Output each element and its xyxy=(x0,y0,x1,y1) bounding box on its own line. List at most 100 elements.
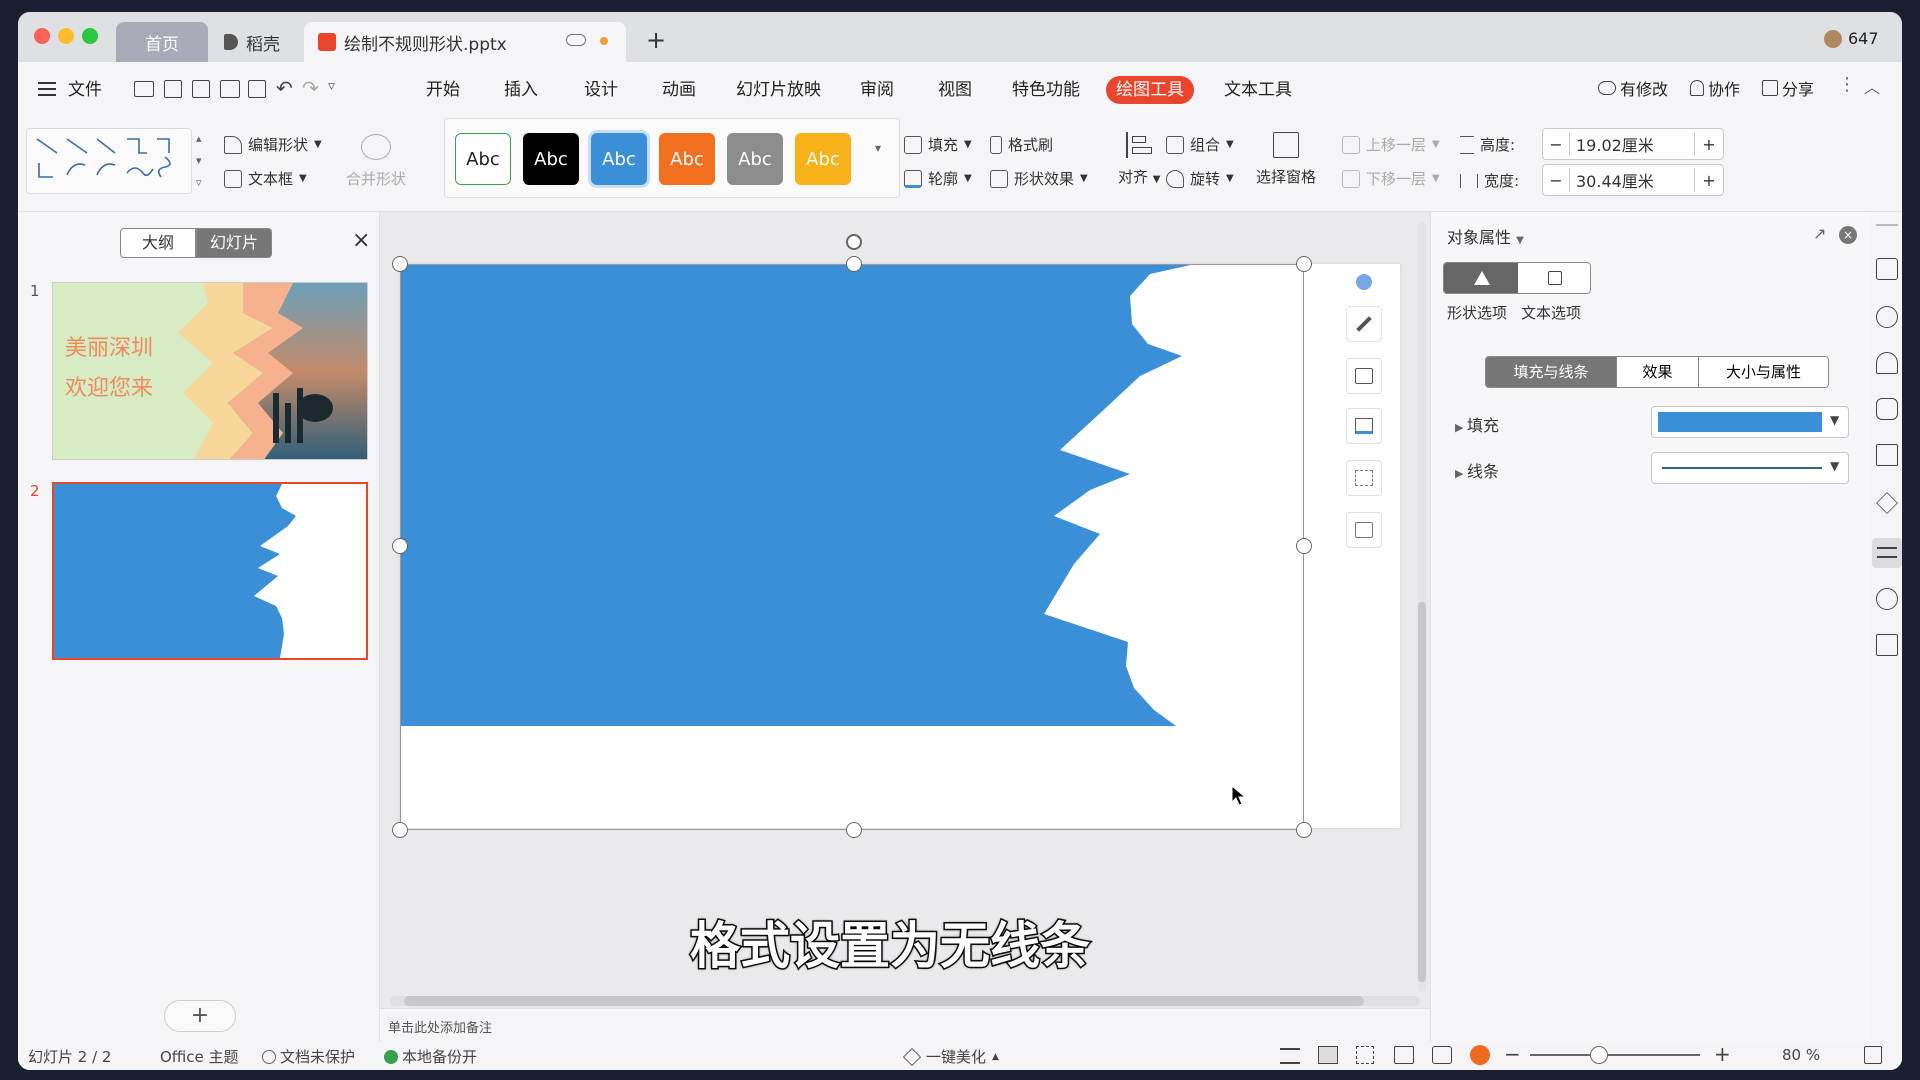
tab-home[interactable]: 首页 xyxy=(116,22,208,62)
close-pane-icon[interactable]: × xyxy=(1839,226,1857,244)
tab-animation[interactable]: 动画 xyxy=(662,76,696,104)
textbox-button[interactable]: 文本框 ▼ xyxy=(224,168,307,189)
style-orange[interactable]: Abc xyxy=(659,133,715,185)
tab-document[interactable]: 绘制不规则形状.pptx xyxy=(304,22,626,62)
style-grey[interactable]: Abc xyxy=(727,133,783,185)
shape-options-tab[interactable] xyxy=(1444,263,1518,293)
text-options-label[interactable]: 文本选项 xyxy=(1521,302,1581,323)
file-menu[interactable]: 文件 xyxy=(68,76,102,104)
properties-icon[interactable] xyxy=(1872,538,1902,568)
slide-thumbnail-2[interactable] xyxy=(52,482,368,660)
height-increase-button[interactable]: + xyxy=(1695,135,1723,154)
style-white[interactable]: Abc xyxy=(455,133,511,185)
zoom-slider-thumb[interactable] xyxy=(1590,1046,1608,1064)
style-icon[interactable] xyxy=(1876,352,1898,374)
resize-handle-e[interactable] xyxy=(1296,538,1312,554)
align-button[interactable]: 对齐 ▼ xyxy=(1118,132,1161,187)
modified-button[interactable]: 有修改 xyxy=(1598,76,1668,100)
save-icon[interactable] xyxy=(164,80,182,98)
vertical-scrollbar[interactable] xyxy=(1418,222,1426,992)
resize-handle-w[interactable] xyxy=(392,538,408,554)
maximize-window-button[interactable] xyxy=(82,28,98,44)
subtab-size[interactable]: 大小与属性 xyxy=(1698,357,1828,387)
tab-slides[interactable]: 幻灯片 xyxy=(196,228,272,258)
style-yellow[interactable]: Abc xyxy=(795,133,851,185)
properties-title[interactable]: 对象属性 ▼ xyxy=(1447,224,1524,248)
width-decrease-button[interactable]: − xyxy=(1543,171,1569,190)
horizontal-scrollbar[interactable] xyxy=(390,996,1420,1006)
theme-name[interactable]: Office 主题 xyxy=(160,1046,239,1067)
style-blue[interactable]: Abc xyxy=(591,133,647,185)
send-backward-button[interactable]: 下移一层 ▼ xyxy=(1342,168,1440,189)
more-dropdown-icon[interactable]: ▿ xyxy=(328,78,335,94)
layers-icon[interactable] xyxy=(1876,444,1898,466)
popout-icon[interactable]: ↗ xyxy=(1813,224,1826,243)
image-icon[interactable] xyxy=(1876,634,1898,656)
collab-button[interactable]: 协作 xyxy=(1690,76,1740,100)
zoom-slider[interactable] xyxy=(1530,1046,1700,1064)
collapse-float-toolbar-icon[interactable] xyxy=(1356,274,1372,290)
shape-options-label[interactable]: 形状选项 xyxy=(1447,302,1507,323)
shape-effect-button[interactable]: 形状效果 ▼ xyxy=(990,168,1088,189)
notes-view-icon[interactable] xyxy=(1280,1048,1300,1064)
close-pane-button[interactable]: × xyxy=(352,228,370,253)
tab-design[interactable]: 设计 xyxy=(584,76,618,104)
resize-handle-n[interactable] xyxy=(846,256,862,272)
subtab-fill-line[interactable]: 填充与线条 xyxy=(1486,357,1616,387)
resize-handle-sw[interactable] xyxy=(392,822,408,838)
gallery-scroll-icon[interactable]: ▴ ▾ ▿ xyxy=(196,128,202,194)
more-options-icon[interactable]: ⋮ xyxy=(1838,74,1856,95)
style-gallery-more-icon[interactable]: ▾ xyxy=(875,141,881,155)
resize-handle-se[interactable] xyxy=(1296,822,1312,838)
open-icon[interactable] xyxy=(134,81,154,97)
beautify-button[interactable]: 一键美化 ▲ xyxy=(902,1046,999,1067)
tab-drawing-tools[interactable]: 绘图工具 xyxy=(1106,76,1194,104)
float-fill-button[interactable] xyxy=(1346,358,1382,394)
fill-section-toggle[interactable]: ▶ 填充 xyxy=(1455,412,1499,436)
bring-forward-button[interactable]: 上移一层 ▼ xyxy=(1342,134,1440,155)
format-painter-button[interactable]: 格式刷 xyxy=(990,134,1053,155)
presenter-view-icon[interactable] xyxy=(1432,1046,1452,1064)
float-more-button[interactable] xyxy=(1346,512,1382,548)
close-window-button[interactable] xyxy=(34,28,50,44)
float-text-button[interactable] xyxy=(1346,460,1382,496)
height-input[interactable]: − 19.02厘米 + xyxy=(1542,128,1724,160)
shapes-icon[interactable] xyxy=(1876,306,1898,328)
share-button[interactable]: 分享 xyxy=(1762,76,1814,100)
sorter-view-icon[interactable] xyxy=(1356,1046,1374,1064)
merge-shape-button[interactable]: 合并形状 xyxy=(346,134,406,189)
collapse-ribbon-icon[interactable]: ︿ xyxy=(1864,74,1880,98)
width-increase-button[interactable]: + xyxy=(1695,171,1723,190)
edit-shape-button[interactable]: 编辑形状 ▼ xyxy=(224,134,322,155)
print-preview-icon[interactable] xyxy=(248,80,266,98)
tab-outline[interactable]: 大纲 xyxy=(120,228,196,258)
star-icon[interactable] xyxy=(1876,492,1898,514)
text-options-tab[interactable] xyxy=(1518,263,1590,293)
undo-icon[interactable]: ↶ xyxy=(276,76,293,100)
line-style-picker[interactable]: ▼ xyxy=(1651,452,1849,484)
tab-special[interactable]: 特色功能 xyxy=(1012,76,1080,104)
group-button[interactable]: 组合 ▼ xyxy=(1166,134,1234,155)
play-slideshow-icon[interactable] xyxy=(1470,1045,1490,1065)
comments-icon[interactable] xyxy=(1876,258,1898,280)
resize-handle-ne[interactable] xyxy=(1296,256,1312,272)
irregular-blue-shape[interactable] xyxy=(400,264,1400,828)
resize-handle-nw[interactable] xyxy=(392,256,408,272)
minimize-window-button[interactable] xyxy=(58,28,74,44)
tab-text-tools[interactable]: 文本工具 xyxy=(1224,76,1292,104)
fill-button[interactable]: 填充 ▼ xyxy=(904,134,972,155)
redo-icon[interactable]: ↷ xyxy=(302,76,319,100)
outline-button[interactable]: 轮廓 ▼ xyxy=(904,168,972,189)
normal-view-icon[interactable] xyxy=(1318,1046,1338,1064)
rotate-button[interactable]: 旋转 ▼ xyxy=(1166,168,1234,189)
subtab-effect[interactable]: 效果 xyxy=(1616,357,1698,387)
tab-review[interactable]: 审阅 xyxy=(860,76,894,104)
selection-pane-button[interactable]: 选择窗格 xyxy=(1256,132,1316,187)
sidebar-collapse-icon[interactable] xyxy=(1876,224,1898,228)
style-black[interactable]: Abc xyxy=(523,133,579,185)
zoom-out-button[interactable]: − xyxy=(1504,1042,1521,1066)
zoom-in-button[interactable]: + xyxy=(1714,1042,1731,1066)
tab-view[interactable]: 视图 xyxy=(938,76,972,104)
export-pdf-icon[interactable] xyxy=(192,80,210,98)
reading-view-icon[interactable] xyxy=(1394,1046,1414,1064)
